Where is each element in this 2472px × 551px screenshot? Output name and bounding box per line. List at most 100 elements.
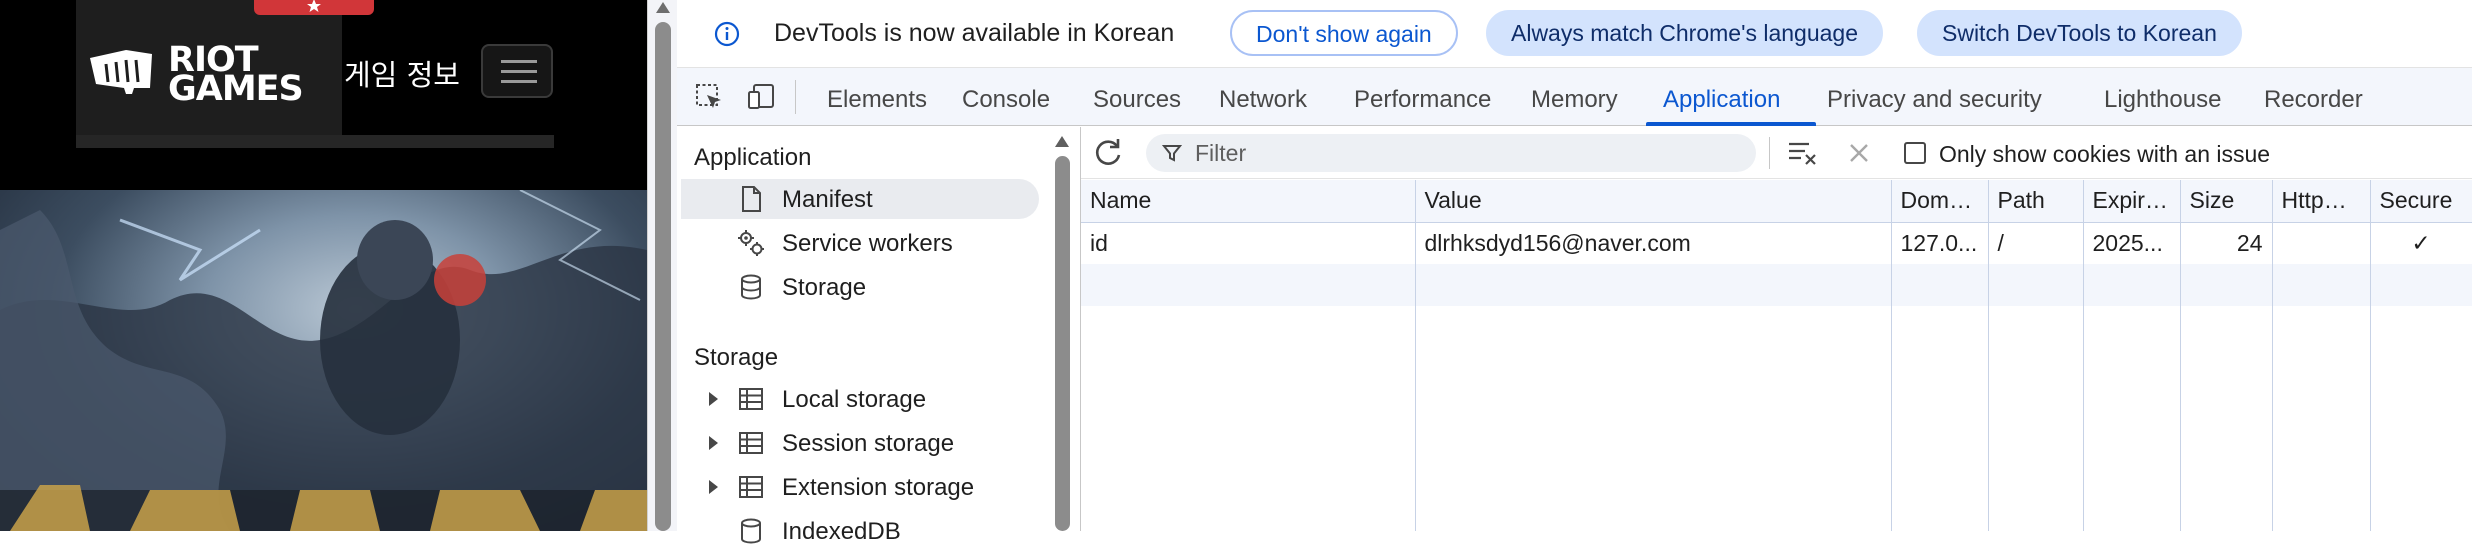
sidebar-scrollbar[interactable] — [1051, 132, 1073, 531]
tab-lighthouse[interactable]: Lighthouse — [2104, 86, 2221, 114]
sidebar-item-label: Manifest — [782, 186, 873, 213]
tab-memory[interactable]: Memory — [1531, 86, 1618, 114]
cookies-pane: Only show cookies with an issue Name Val… — [1081, 127, 2472, 531]
column-header-expires[interactable]: Expires / Max-Age — [2083, 180, 2181, 223]
only-issue-label: Only show cookies with an issue — [1939, 141, 2271, 167]
cell-domain[interactable]: 127.0... — [1891, 222, 1989, 264]
cell-secure[interactable]: ✓ — [2370, 222, 2472, 264]
info-icon — [714, 21, 740, 47]
table-icon — [739, 388, 763, 410]
delete-selected-icon[interactable] — [1846, 140, 1872, 166]
sidebar-item-manifest[interactable]: Manifest — [681, 179, 1039, 219]
inspect-element-icon[interactable] — [694, 82, 724, 112]
empty-table-row — [1081, 264, 2472, 306]
scroll-up-arrow-icon[interactable] — [1055, 136, 1069, 147]
expand-arrow-icon[interactable] — [709, 480, 718, 494]
sidebar-item-session-storage[interactable]: Session storage — [681, 423, 1039, 463]
sidebar-item-local-storage[interactable]: Local storage — [681, 379, 1039, 419]
clear-all-cookies-icon[interactable] — [1787, 138, 1819, 168]
riot-star-icon — [307, 0, 321, 12]
table-header-row: Name Value Domain Path Expires / Max-Age… — [1081, 180, 2472, 223]
column-header-path[interactable]: Path — [1988, 180, 2084, 223]
database-icon — [741, 518, 761, 544]
column-header-size[interactable]: Size — [2180, 180, 2273, 223]
toolbar-separator — [1769, 137, 1770, 169]
scrollbar-thumb[interactable] — [1055, 156, 1070, 531]
sidebar-item-indexeddb[interactable]: IndexedDB — [681, 511, 1039, 551]
switch-to-korean-button[interactable]: Switch DevTools to Korean — [1917, 10, 2242, 56]
column-header-name[interactable]: Name — [1081, 180, 1416, 223]
page-scrollbar[interactable] — [647, 0, 677, 531]
language-infobar: DevTools is now available in Korean Don'… — [677, 0, 2472, 68]
toolbar-separator — [795, 80, 796, 114]
table-filler — [1081, 306, 2472, 531]
cell-path[interactable]: / — [1988, 222, 2084, 264]
sidebar-item-label: Service workers — [782, 230, 953, 257]
tab-recorder[interactable]: Recorder — [2264, 86, 2363, 114]
refresh-icon[interactable] — [1091, 136, 1125, 170]
cookies-table: Name Value Domain Path Expires / Max-Age… — [1081, 180, 2472, 531]
cell-httponly[interactable] — [2272, 222, 2371, 264]
table-icon — [739, 476, 763, 498]
filter-input[interactable] — [1195, 134, 1745, 172]
tab-elements[interactable]: Elements — [827, 86, 927, 114]
tab-application[interactable]: Application — [1663, 86, 1780, 114]
column-header-value[interactable]: Value — [1415, 180, 1892, 223]
tab-network[interactable]: Network — [1219, 86, 1307, 114]
hamburger-line — [501, 60, 537, 63]
always-match-language-button[interactable]: Always match Chrome's language — [1486, 10, 1883, 56]
infobar-message: DevTools is now available in Korean — [774, 19, 1175, 47]
sidebar-item-label: Session storage — [782, 430, 955, 457]
cell-expires[interactable]: 2025... — [2083, 222, 2181, 264]
filter-icon — [1162, 145, 1182, 162]
cell-size[interactable]: 24 — [2180, 222, 2273, 264]
checkbox[interactable] — [1904, 142, 1926, 164]
riot-fist-icon — [90, 50, 152, 94]
document-icon — [742, 186, 761, 212]
brand-line-2: GAMES — [168, 69, 304, 109]
column-header-httponly[interactable]: HttpOnly — [2272, 180, 2371, 223]
filter-field[interactable] — [1146, 134, 1756, 172]
hero-artwork — [0, 190, 647, 531]
expand-arrow-icon[interactable] — [709, 392, 718, 406]
active-tab-indicator — [1646, 122, 1816, 126]
table-row[interactable]: id dlrhksdyd156@naver.com 127.0... / 202… — [1081, 222, 2472, 264]
nav-game-info[interactable]: 게임 정보 — [344, 52, 460, 94]
tab-console[interactable]: Console — [962, 86, 1050, 114]
sidebar-heading-application[interactable]: Application — [694, 144, 811, 172]
web-page-viewport: RIOT GAMES 게임 정보 — [0, 0, 647, 531]
cookies-toolbar: Only show cookies with an issue — [1081, 127, 2472, 179]
database-icon — [741, 274, 761, 300]
devtools-tabbar: Elements Console Sources Network Perform… — [677, 68, 2472, 126]
table-icon — [739, 432, 763, 454]
gears-icon — [738, 230, 764, 256]
hamburger-menu-button[interactable] — [481, 44, 553, 98]
column-header-secure[interactable]: Secure — [2370, 180, 2472, 223]
hamburger-line — [501, 80, 537, 83]
scrollbar-thumb[interactable] — [655, 22, 671, 531]
sidebar-item-label: Storage — [782, 274, 867, 301]
tab-performance[interactable]: Performance — [1354, 86, 1491, 114]
header-bottom-bar — [76, 135, 554, 148]
sidebar-item-storage[interactable]: Storage — [681, 267, 1039, 307]
dont-show-again-button[interactable]: Don't show again — [1230, 10, 1458, 56]
sidebar-item-service-workers[interactable]: Service workers — [681, 223, 1039, 263]
hamburger-line — [501, 70, 537, 73]
sidebar-item-label: IndexedDB — [782, 518, 901, 545]
cell-name[interactable]: id — [1081, 222, 1416, 264]
device-toolbar-icon[interactable] — [747, 82, 777, 112]
cell-value[interactable]: dlrhksdyd156@naver.com — [1415, 222, 1892, 264]
tab-sources[interactable]: Sources — [1093, 86, 1181, 114]
riot-logo-tab — [254, 0, 374, 15]
sidebar-item-label: Extension storage — [782, 474, 975, 501]
sidebar-heading-storage[interactable]: Storage — [694, 344, 778, 372]
column-header-domain[interactable]: Domain — [1891, 180, 1989, 223]
scroll-up-arrow-icon[interactable] — [656, 2, 670, 13]
devtools-panel: DevTools is now available in Korean Don'… — [677, 0, 2472, 545]
sidebar-item-label: Local storage — [782, 386, 927, 413]
tab-privacy-and-security[interactable]: Privacy and security — [1827, 86, 2042, 114]
sidebar-item-extension-storage[interactable]: Extension storage — [681, 467, 1039, 507]
expand-arrow-icon[interactable] — [709, 436, 718, 450]
riot-games-wordmark: RIOT GAMES — [168, 43, 304, 109]
hero-illustration — [0, 190, 647, 531]
